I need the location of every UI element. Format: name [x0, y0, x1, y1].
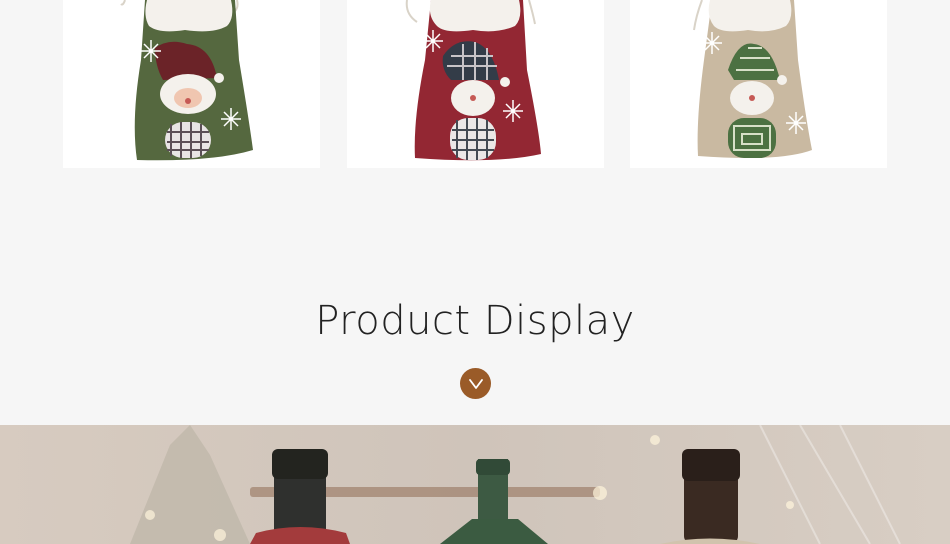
section-title: Product Display [315, 298, 635, 344]
burlap-snowman-bottle-bag-image [630, 0, 887, 168]
green-santa-bottle-bag-image [63, 0, 320, 168]
product-thumbnail-green-santa[interactable] [63, 0, 320, 168]
wine-bottles-photo [0, 425, 950, 544]
chevron-down-button[interactable] [460, 368, 491, 399]
red-snowman-bottle-bag-image [347, 0, 604, 168]
product-thumbnail-red-snowman[interactable] [347, 0, 604, 168]
product-hero-photo [0, 425, 950, 544]
chevron-down-icon [468, 378, 483, 389]
product-thumbnail-burlap-snowman[interactable] [630, 0, 887, 168]
product-thumbnail-row [0, 0, 950, 170]
